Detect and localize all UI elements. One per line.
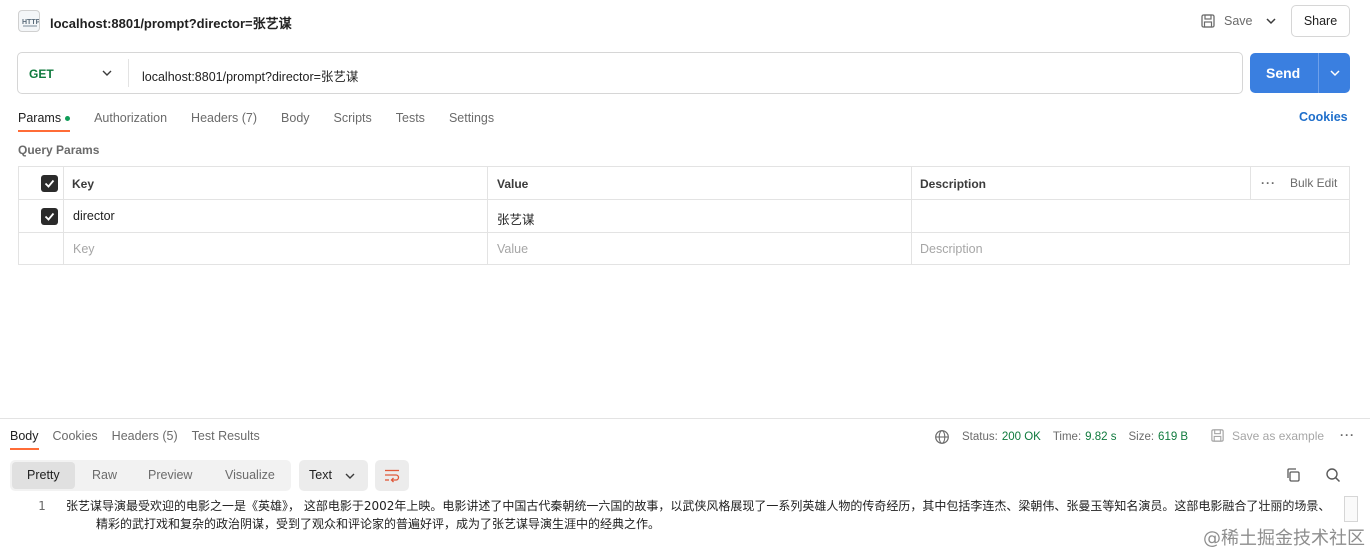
response-meta: Status: 200 OK Time: 9.82 s Size: 619 B bbox=[934, 429, 1188, 445]
column-header-description: Description bbox=[920, 177, 987, 191]
wrap-lines-icon bbox=[385, 469, 400, 483]
response-tabs: Body Cookies Headers (5) Test Results bbox=[10, 429, 274, 443]
tab-scripts[interactable]: Scripts bbox=[334, 109, 372, 127]
time-label: Time: bbox=[1052, 431, 1082, 443]
row-checkbox[interactable] bbox=[41, 208, 58, 225]
column-header-value: Value bbox=[497, 177, 529, 191]
view-visualize[interactable]: Visualize bbox=[225, 468, 275, 482]
more-icon: ··· bbox=[1261, 176, 1276, 190]
table-row-new: Key Value Description bbox=[19, 233, 1349, 266]
format-label: Text bbox=[309, 468, 332, 482]
tab-authorization[interactable]: Authorization bbox=[94, 109, 167, 127]
top-bar: HTTP localhost:8801/prompt?director=张艺谋 … bbox=[0, 0, 1370, 42]
globe-icon[interactable] bbox=[934, 429, 950, 445]
scrollbar[interactable] bbox=[1344, 496, 1358, 522]
request-tab-title[interactable]: localhost:8801/prompt?director=张艺谋 bbox=[50, 13, 292, 32]
response-line-2: 精彩的武打戏和复杂的政治阴谋，受到了观众和评论家的普遍好评，成为了张艺谋导演生涯… bbox=[96, 517, 661, 531]
active-tab-underline bbox=[18, 130, 70, 132]
query-params-label: Query Params bbox=[18, 143, 100, 157]
chevron-down-icon bbox=[345, 473, 355, 479]
param-key-cell[interactable]: director bbox=[73, 209, 115, 223]
line-number: 1 bbox=[38, 498, 46, 513]
chevron-down-icon[interactable] bbox=[1328, 66, 1342, 80]
param-value-cell[interactable]: 张艺谋 bbox=[497, 209, 535, 228]
url-input[interactable]: localhost:8801/prompt?director=张艺谋 bbox=[142, 66, 358, 85]
copy-icon[interactable] bbox=[1285, 467, 1301, 483]
http-file-icon: HTTP bbox=[18, 10, 40, 32]
tab-headers[interactable]: Headers (7) bbox=[191, 109, 257, 127]
size-label: Size: bbox=[1128, 431, 1155, 443]
table-header-row: Key Value Description ··· Bulk Edit bbox=[19, 167, 1349, 200]
table-row: director 张艺谋 bbox=[19, 200, 1349, 233]
save-icon bbox=[1201, 14, 1215, 28]
send-label: Send bbox=[1266, 65, 1301, 81]
view-preview[interactable]: Preview bbox=[148, 468, 192, 482]
tab-response-headers[interactable]: Headers (5) bbox=[112, 429, 178, 443]
bulk-edit-button[interactable]: ··· Bulk Edit bbox=[1261, 176, 1337, 190]
watermark: @稀土掘金技术社区 bbox=[1203, 528, 1365, 549]
tab-tests[interactable]: Tests bbox=[396, 109, 425, 127]
active-indicator-dot bbox=[65, 115, 71, 121]
divider bbox=[1318, 53, 1319, 93]
more-options-icon[interactable]: ··· bbox=[1340, 428, 1355, 442]
save-button[interactable]: Save bbox=[1200, 10, 1253, 32]
divider bbox=[487, 167, 488, 264]
save-as-example-button[interactable]: Save as example bbox=[1210, 428, 1324, 443]
response-divider bbox=[0, 418, 1370, 419]
save-as-example-label: Save as example bbox=[1232, 428, 1325, 443]
divider bbox=[63, 167, 64, 264]
view-raw[interactable]: Raw bbox=[92, 468, 117, 482]
response-body-text: 张艺谋导演最受欢迎的电影之一是《英雄》， 这部电影于2002年上映。电影讲述了中… bbox=[66, 497, 1338, 533]
tab-body[interactable]: Body bbox=[281, 109, 310, 127]
send-button[interactable]: Send bbox=[1250, 53, 1350, 93]
svg-text:HTTP: HTTP bbox=[22, 19, 39, 26]
save-label: Save bbox=[1224, 14, 1253, 28]
chevron-down-icon[interactable] bbox=[1264, 14, 1278, 28]
save-icon bbox=[1211, 429, 1224, 442]
status-value: 200 OK bbox=[1001, 431, 1041, 443]
method-select[interactable]: GET bbox=[29, 67, 54, 81]
request-tabs: Params Authorization Headers (7) Body Sc… bbox=[18, 109, 518, 127]
tab-response-cookies[interactable]: Cookies bbox=[53, 429, 98, 443]
tab-settings[interactable]: Settings bbox=[449, 109, 494, 127]
status-label: Status: bbox=[962, 431, 998, 443]
share-button[interactable]: Share bbox=[1291, 5, 1350, 37]
divider bbox=[128, 59, 129, 87]
tab-test-results[interactable]: Test Results bbox=[192, 429, 260, 443]
value-placeholder[interactable]: Value bbox=[497, 242, 528, 256]
divider bbox=[911, 167, 912, 264]
size-value: 619 B bbox=[1158, 431, 1189, 443]
description-placeholder[interactable]: Description bbox=[920, 242, 983, 256]
cookies-link[interactable]: Cookies bbox=[1299, 110, 1348, 124]
column-header-key: Key bbox=[72, 177, 95, 191]
view-mode-selector: Pretty Raw Preview Visualize bbox=[10, 460, 291, 491]
tab-label: Params bbox=[18, 111, 62, 125]
query-params-table: Key Value Description ··· Bulk Edit dire… bbox=[18, 166, 1350, 265]
bulk-edit-label: Bulk Edit bbox=[1290, 176, 1338, 190]
wrap-lines-button[interactable] bbox=[375, 460, 409, 491]
time-value: 9.82 s bbox=[1085, 431, 1117, 443]
active-tab-underline bbox=[10, 448, 39, 450]
response-body-viewer[interactable]: 1 张艺谋导演最受欢迎的电影之一是《英雄》， 这部电影于2002年上映。电影讲述… bbox=[0, 496, 1344, 536]
response-line-1: 张艺谋导演最受欢迎的电影之一是《英雄》， 这部电影于2002年上映。电影讲述了中… bbox=[66, 499, 1331, 513]
tab-params[interactable]: Params bbox=[18, 109, 71, 127]
url-bar: GET localhost:8801/prompt?director=张艺谋 bbox=[17, 52, 1243, 94]
search-icon[interactable] bbox=[1325, 467, 1341, 483]
chevron-down-icon[interactable] bbox=[101, 67, 113, 79]
format-select[interactable]: Text bbox=[299, 460, 368, 491]
view-pretty[interactable]: Pretty bbox=[12, 462, 75, 489]
divider bbox=[1250, 167, 1251, 200]
tab-response-body[interactable]: Body bbox=[10, 429, 39, 443]
select-all-checkbox[interactable] bbox=[41, 175, 58, 192]
key-placeholder[interactable]: Key bbox=[73, 242, 95, 256]
